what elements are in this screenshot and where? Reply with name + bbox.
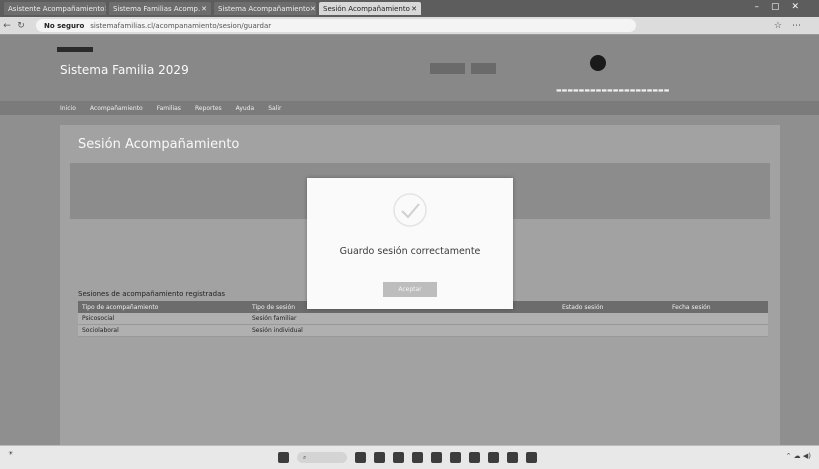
tab-label: Sesión Acompañamiento <box>323 4 410 13</box>
page-title: Sesión Acompañamiento <box>78 137 240 152</box>
table-cell: Psicosocial <box>82 315 115 322</box>
browser-tabbar: Asistente Acompañamiento✕ Sistema Famili… <box>0 0 819 17</box>
menu-item[interactable]: Reportes <box>195 105 222 112</box>
logo-bar <box>57 47 93 52</box>
tab-label: Asistente Acompañamiento <box>8 4 105 13</box>
table-cell: Sesión familiar <box>252 315 297 322</box>
header-links[interactable] <box>430 63 496 74</box>
window-controls[interactable]: –▢✕ <box>754 2 811 12</box>
close-icon[interactable]: ✕ <box>201 5 207 13</box>
app-icon[interactable] <box>488 452 499 463</box>
table-row[interactable]: Psicosocial Sesión familiar <box>78 313 768 325</box>
refresh-icon[interactable]: ↻ <box>14 21 28 31</box>
browser-tab[interactable]: Sistema Acompañamiento ✕ <box>214 2 316 15</box>
browser-tab[interactable]: Sistema Familias Acomp. ✕ <box>109 2 211 15</box>
app-icon[interactable] <box>355 452 366 463</box>
site-header: Sistema Familia 2029 ▬▬▬▬▬▬▬▬▬▬▬▬▬▬▬▬▬▬▬… <box>0 35 819 115</box>
app-icon[interactable] <box>431 452 442 463</box>
success-check-icon <box>393 193 427 227</box>
user-line-placeholder: ▬▬▬▬▬▬▬▬▬▬▬▬▬▬▬▬▬▬▬▬ <box>556 87 670 94</box>
app-icon[interactable] <box>450 452 461 463</box>
menu-item[interactable]: Salir <box>268 105 281 112</box>
site-title: Sistema Familia 2029 <box>60 63 189 77</box>
app-icon[interactable] <box>393 452 404 463</box>
back-icon[interactable]: ← <box>0 21 14 31</box>
close-icon[interactable]: ✕ <box>310 5 316 13</box>
close-icon[interactable]: ✕ <box>411 5 417 13</box>
header-link-block[interactable] <box>430 63 465 74</box>
taskbar-icons: ⌕ <box>278 452 537 463</box>
os-taskbar: ☀ ⌕ ⌃ ☁ ◀) <box>0 445 819 469</box>
search-input[interactable]: ⌕ <box>297 452 347 463</box>
weather-widget[interactable]: ☀ <box>8 450 13 457</box>
column-header: Tipo de acompañamiento <box>82 303 159 311</box>
table-title: Sesiones de acompañamiento registradas <box>78 290 226 298</box>
app-icon[interactable] <box>469 452 480 463</box>
table-row[interactable]: Sociolaboral Sesión individual <box>78 325 768 337</box>
close-icon[interactable]: ✕ <box>104 5 106 13</box>
menu-item[interactable]: Inicio <box>60 105 76 112</box>
url-field[interactable]: No seguro sistemafamilias.cl/acompanamie… <box>36 19 636 32</box>
table-cell: Sesión individual <box>252 327 303 334</box>
menu-item[interactable]: Ayuda <box>236 105 255 112</box>
main-menu: Inicio Acompañamiento Familias Reportes … <box>0 101 819 115</box>
app-icon[interactable] <box>507 452 518 463</box>
url-text: sistemafamilias.cl/acompanamiento/sesion… <box>90 21 272 30</box>
security-label: No seguro <box>44 21 85 30</box>
success-dialog: Guardo sesión correctamente Aceptar <box>307 178 513 309</box>
app-icon[interactable] <box>412 452 423 463</box>
menu-item[interactable]: Familias <box>157 105 181 112</box>
start-icon[interactable] <box>278 452 289 463</box>
browser-toolbar-icons[interactable]: ☆⋯ <box>774 21 811 31</box>
table-cell: Sociolaboral <box>82 327 119 334</box>
column-header: Fecha sesión <box>672 303 711 311</box>
app-icon[interactable] <box>374 452 385 463</box>
ok-button[interactable]: Aceptar <box>383 282 437 297</box>
app-icon[interactable] <box>526 452 537 463</box>
menu-item[interactable]: Acompañamiento <box>90 105 143 112</box>
browser-addressbar: ← ↻ No seguro sistemafamilias.cl/acompan… <box>0 17 819 35</box>
header-link-block[interactable] <box>470 63 496 74</box>
tab-label: Sistema Acompañamiento <box>218 4 311 13</box>
dialog-message: Guardo sesión correctamente <box>339 246 481 257</box>
brand-logo-icon <box>590 55 606 71</box>
browser-tab[interactable]: Asistente Acompañamiento✕ <box>4 2 106 15</box>
tab-label: Sistema Familias Acomp. <box>113 4 201 13</box>
system-tray[interactable]: ⌃ ☁ ◀) <box>786 452 811 460</box>
column-header: Estado sesión <box>562 303 604 311</box>
browser-tab-active[interactable]: Sesión Acompañamiento ✕ <box>319 2 421 15</box>
